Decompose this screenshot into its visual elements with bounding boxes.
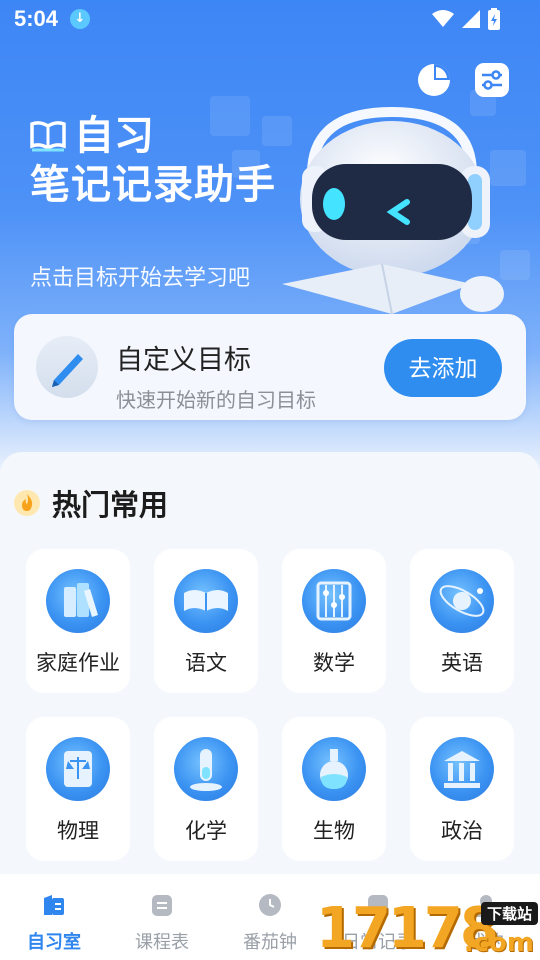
robot-mascot-illustration [282,106,504,315]
subject-item-politics[interactable]: 政治 [410,717,514,861]
custom-goal-card[interactable]: 自定义目标 快速开始新的自习目标 去添加 [14,314,526,420]
goal-subtitle: 快速开始新的自习目标 [116,388,316,412]
open-book-icon [174,569,238,633]
status-bar: 5:04 ↓ [0,0,540,38]
watermark-suffix: .com [463,928,534,958]
status-time: 5:04 [14,6,59,31]
status-indicators [432,8,500,30]
pencil-icon [36,336,98,398]
clock-icon [259,894,281,916]
settings-sliders-icon[interactable] [474,62,510,98]
subject-item-chemistry[interactable]: 化学 [154,717,258,861]
pie-chart-icon[interactable] [416,62,452,98]
globe-icon [430,569,494,633]
flask-icon [302,737,366,801]
subject-label: 家庭作业 [36,651,120,675]
tab-pomodoro[interactable]: 番茄钟 [216,874,324,960]
subject-item-physics[interactable]: 物理 [26,717,130,861]
hot-section: 热门常用 家庭作业 语文 数学 英语 物理 化学 生物 政治 [0,452,540,882]
hot-header: 热门常用 [14,482,168,524]
wifi-icon [432,10,454,27]
watermark-tag: 下载站 [480,902,538,925]
building-icon [430,737,494,801]
download-icon: ↓ [70,9,90,29]
battery-icon [488,8,500,30]
study-room-icon [44,895,64,915]
schedule-icon [152,895,172,916]
fire-icon [14,490,40,516]
add-goal-button[interactable]: 去添加 [384,339,502,397]
book-icon [30,121,66,152]
site-watermark: 17178 下载站 .com [312,896,540,960]
subject-item-math[interactable]: 数学 [282,549,386,693]
subject-label: 数学 [313,651,355,675]
tab-schedule[interactable]: 课程表 [108,874,216,960]
scroll-scale-icon [46,737,110,801]
title-line-1: 自习 [74,113,154,159]
title-line-2: 笔记记录助手 [30,162,276,208]
subject-label: 生物 [313,819,355,843]
test-tube-icon [174,737,238,801]
subject-item-homework[interactable]: 家庭作业 [26,549,130,693]
abacus-icon [302,569,366,633]
tab-label: 番茄钟 [243,932,297,953]
tab-study-room[interactable]: 自习室 [0,874,108,960]
tab-label: 课程表 [135,932,189,953]
signal-icon [462,10,480,28]
hero-title: 自习 笔记记录助手 [30,112,276,210]
books-icon [46,569,110,633]
tab-label: 自习室 [27,932,81,953]
subject-label: 化学 [185,819,227,843]
subject-item-chinese[interactable]: 语文 [154,549,258,693]
subject-item-biology[interactable]: 生物 [282,717,386,861]
hero-subtitle: 点击目标开始去学习吧 [30,266,251,291]
subject-label: 政治 [441,819,483,843]
subject-label: 物理 [57,819,99,843]
goal-title: 自定义目标 [116,345,251,376]
subject-label: 英语 [441,651,483,675]
hot-title: 热门常用 [52,488,169,522]
subject-item-english[interactable]: 英语 [410,549,514,693]
subject-label: 语文 [185,651,227,675]
top-actions [416,62,510,98]
